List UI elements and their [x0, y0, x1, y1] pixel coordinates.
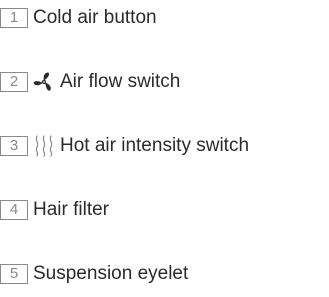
item-label: Cold air button: [33, 7, 157, 28]
item-number-badge: 5: [0, 264, 28, 284]
item-label: Suspension eyelet: [33, 263, 189, 284]
list-item-air-flow-switch: 2 Air flow switch: [0, 70, 180, 94]
item-label: Air flow switch: [60, 71, 181, 92]
item-label: Hair filter: [33, 199, 110, 220]
item-number-badge: 2: [0, 72, 28, 92]
list-item-cold-air-button: 1 Cold air button: [0, 6, 157, 30]
list-item-suspension-eyelet: 5 Suspension eyelet: [0, 262, 188, 286]
item-number-badge: 4: [0, 200, 28, 220]
item-number-badge: 3: [0, 136, 28, 156]
list-item-hair-filter: 4 Hair filter: [0, 198, 109, 222]
item-label: Hot air intensity switch: [60, 135, 250, 156]
heat-waves-icon: [33, 134, 55, 158]
item-number-badge: 1: [0, 8, 28, 28]
fan-icon: [33, 71, 55, 93]
list-item-hot-air-intensity-switch: 3 Hot air intensity switch: [0, 134, 249, 158]
